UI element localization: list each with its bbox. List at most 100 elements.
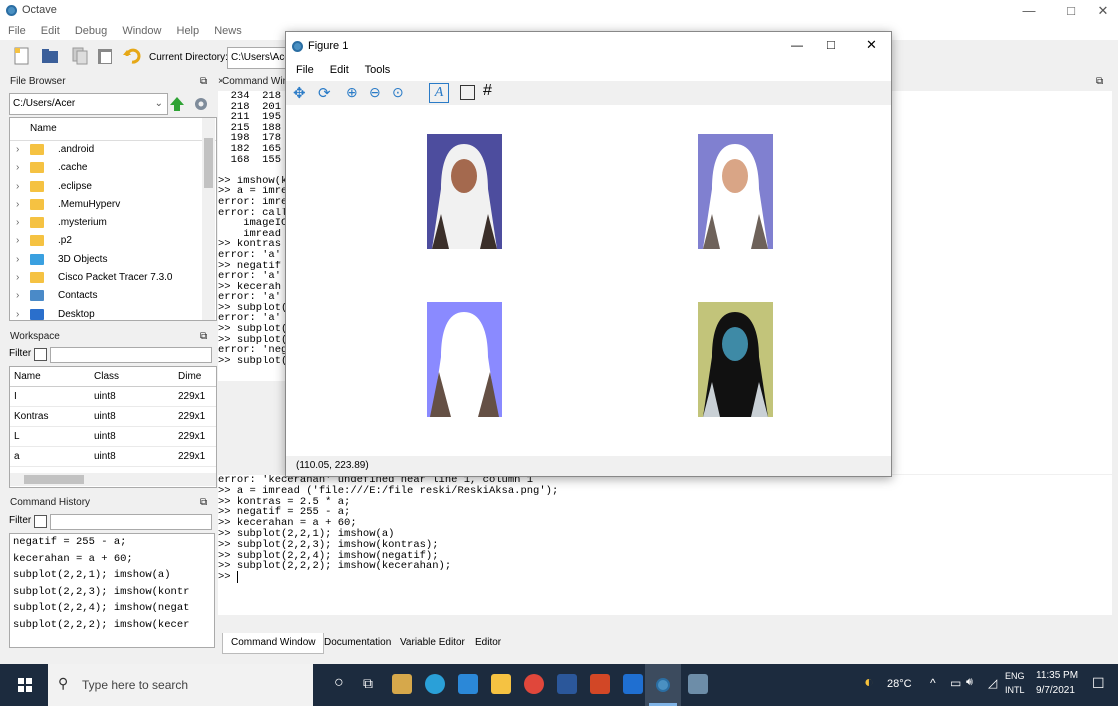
photos-icon[interactable] — [623, 674, 643, 694]
figure-menu-tools[interactable]: Tools — [365, 64, 391, 76]
file-item[interactable]: › .p2 — [10, 232, 216, 250]
new-file-icon[interactable] — [12, 46, 32, 66]
octave-taskbar-item[interactable] — [645, 664, 681, 706]
weather-temperature[interactable]: 28°C — [887, 678, 912, 690]
minimize-button[interactable]: — — [1006, 0, 1052, 22]
history-item[interactable]: subplot(2,2,3); imshow(kontr — [13, 584, 214, 601]
history-item[interactable]: subplot(2,2,2); imshow(kecer — [13, 617, 214, 634]
taskbar-search-box[interactable]: ⚲ Type here to search — [48, 664, 313, 706]
table-row[interactable]: Luint8 229x1 — [10, 427, 216, 447]
zoom-reset-icon[interactable]: ⊙ — [392, 84, 404, 101]
notification-icon[interactable]: ☐ — [1092, 675, 1105, 692]
zoom-in-icon[interactable]: ⊕ — [346, 84, 358, 101]
mail-icon[interactable] — [458, 674, 478, 694]
subplot-kecerahan[interactable] — [698, 134, 773, 249]
undock-icon[interactable]: ⧉ — [1096, 74, 1103, 90]
figure-window[interactable]: Figure 1 — □ ✕ File Edit Tools ✥ ⟳ ⊕ ⊖ ⊙… — [285, 31, 892, 477]
figure-menu-file[interactable]: File — [296, 64, 314, 76]
cortana-icon[interactable]: ○ — [334, 674, 344, 692]
tab-variable-editor[interactable]: Variable Editor — [392, 633, 473, 653]
figure-close-button[interactable]: ✕ — [866, 37, 877, 53]
insert-text-icon[interactable]: A — [429, 83, 449, 103]
file-item[interactable]: › Desktop — [10, 306, 216, 320]
clock-time[interactable]: 11:35 PM — [1036, 670, 1078, 681]
file-item[interactable]: › .MemuHyperv — [10, 196, 216, 214]
undock-icon[interactable]: ⧉ — [200, 329, 207, 345]
command-prompt[interactable]: >> — [218, 571, 1112, 584]
table-row[interactable]: Kontras uint8 229x1 — [10, 407, 216, 427]
tab-editor[interactable]: Editor — [467, 633, 509, 653]
history-filter-input[interactable] — [50, 514, 212, 530]
command-output-lower[interactable]: error: 'kecerahan' undefined near line 1… — [218, 475, 1112, 615]
column-dimension[interactable]: Dime — [178, 367, 201, 386]
up-directory-icon[interactable] — [169, 96, 185, 112]
file-item[interactable]: › 3D Objects — [10, 251, 216, 269]
file-item[interactable]: › Contacts — [10, 287, 216, 305]
history-item[interactable]: subplot(2,2,1); imshow(a) — [13, 567, 214, 584]
figure-maximize-button[interactable]: □ — [827, 37, 835, 52]
rotate-icon[interactable]: ⟳ — [318, 84, 331, 102]
history-item[interactable]: kecerahan = a + 60; — [13, 551, 214, 568]
menu-news[interactable]: News — [214, 25, 242, 37]
open-folder-icon[interactable] — [40, 46, 60, 66]
battery-icon[interactable]: ▭ — [950, 676, 961, 690]
paste-icon[interactable] — [95, 46, 115, 66]
table-row[interactable]: Iuint8 229x1 — [10, 387, 216, 407]
current-directory-input[interactable]: C:\Users\Acer — [227, 47, 292, 69]
column-class[interactable]: Class — [94, 367, 119, 386]
menu-window[interactable]: Window — [122, 25, 161, 37]
table-row[interactable]: a uint8 229x1 — [10, 447, 216, 467]
file-item[interactable]: › .android — [10, 141, 216, 159]
figure-minimize-button[interactable]: — — [791, 38, 803, 52]
command-horizontal-scrollbar[interactable] — [218, 615, 1112, 629]
copy-icon[interactable] — [70, 46, 90, 66]
chrome-icon[interactable] — [524, 674, 544, 694]
network-icon[interactable]: ◿ — [988, 676, 997, 690]
clock-date[interactable]: 9/7/2021 — [1036, 685, 1075, 696]
windows-start-icon[interactable] — [18, 678, 32, 692]
horizontal-scrollbar[interactable] — [10, 473, 216, 486]
file-item[interactable]: › .mysterium — [10, 214, 216, 232]
column-name[interactable]: Name — [14, 367, 41, 386]
workspace-filter-checkbox[interactable] — [34, 348, 47, 361]
figure-menu-edit[interactable]: Edit — [330, 64, 349, 76]
edge-icon[interactable] — [425, 674, 445, 694]
file-item[interactable]: › .cache — [10, 159, 216, 177]
file-item[interactable]: › Cisco Packet Tracer 7.3.0 — [10, 269, 216, 287]
scrollbar[interactable] — [202, 118, 215, 320]
file-explorer-icon[interactable] — [491, 674, 511, 694]
name-column-header[interactable]: Name — [10, 118, 216, 141]
grid-toggle-icon[interactable]: # — [483, 82, 492, 100]
undock-icon[interactable]: ⧉ — [200, 74, 207, 90]
file-item[interactable]: › .eclipse — [10, 178, 216, 196]
file-browser-path-input[interactable]: C:/Users/Acer ⌄ — [9, 93, 168, 115]
close-button[interactable]: ✕ — [1080, 0, 1118, 22]
history-item[interactable]: negatif = 255 - a; — [13, 534, 214, 551]
chevron-up-icon[interactable]: ^ — [930, 676, 936, 690]
powerpoint-icon[interactable] — [590, 674, 610, 694]
history-item[interactable]: subplot(2,2,4); imshow(negat — [13, 600, 214, 617]
menu-edit[interactable]: Edit — [41, 25, 60, 37]
subplot-kontras[interactable] — [427, 302, 502, 417]
task-view-icon[interactable]: ⧉ — [363, 675, 373, 692]
store-icon[interactable] — [392, 674, 412, 694]
undock-icon[interactable]: ⧉ — [200, 495, 207, 511]
menu-file[interactable]: File — [8, 25, 26, 37]
history-filter-checkbox[interactable] — [34, 515, 47, 528]
workspace-filter-input[interactable] — [50, 347, 212, 363]
tab-command-window[interactable]: Command Window — [222, 633, 325, 654]
menu-debug[interactable]: Debug — [75, 25, 107, 37]
menu-help[interactable]: Help — [177, 25, 200, 37]
gear-icon[interactable] — [192, 95, 210, 113]
zoom-out-icon[interactable]: ⊖ — [369, 84, 381, 101]
language-code[interactable]: ENG — [1005, 671, 1025, 681]
tab-documentation[interactable]: Documentation — [316, 633, 399, 653]
pan-icon[interactable]: ✥ — [293, 84, 306, 102]
word-icon[interactable] — [557, 674, 577, 694]
subplot-original[interactable] — [427, 134, 502, 249]
keyboard-layout[interactable]: INTL — [1005, 685, 1025, 695]
box-toggle-icon[interactable] — [460, 85, 475, 100]
volume-icon[interactable]: 🔊︎ — [966, 676, 973, 689]
subplot-negatif[interactable] — [698, 302, 773, 417]
chevron-down-icon[interactable]: ⌄ — [155, 94, 163, 114]
